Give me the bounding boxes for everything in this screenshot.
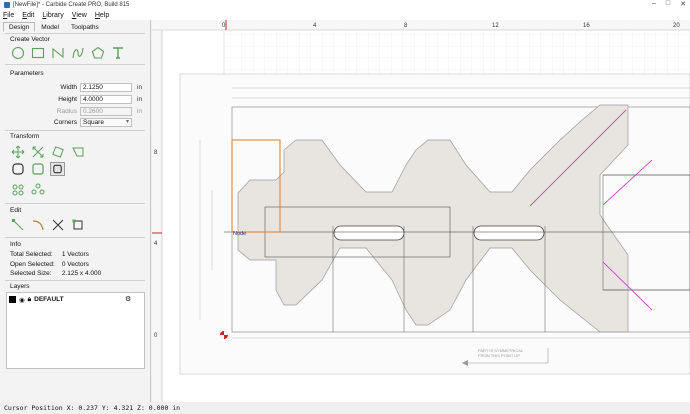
divider — [5, 64, 145, 65]
fillet-icon[interactable] — [30, 162, 45, 176]
mode-tabs: Design Model Toolpaths — [3, 22, 105, 32]
offset-icon[interactable] — [10, 162, 25, 176]
rotate-icon[interactable] — [50, 145, 65, 159]
slot-left — [333, 225, 405, 241]
circle-tool-icon[interactable] — [10, 46, 25, 60]
layer-name: DEFAULT — [34, 296, 64, 303]
divider — [5, 203, 145, 204]
lock-icon[interactable]: 🔒︎ — [28, 296, 31, 304]
radius-unit: in — [137, 107, 143, 115]
mirror-icon[interactable] — [70, 145, 85, 159]
tab-model[interactable]: Model — [35, 22, 65, 32]
ruler-tick-label: 16 — [583, 23, 590, 29]
menu-view[interactable]: View — [72, 12, 87, 19]
transform-title: Transform — [10, 133, 40, 140]
app-icon — [4, 2, 10, 8]
join-icon[interactable] — [70, 218, 85, 232]
open-selected-label: Open Selected: — [10, 261, 55, 268]
maximize-icon[interactable]: □ — [666, 0, 670, 8]
layers-title: Layers — [10, 283, 30, 290]
tab-design[interactable]: Design — [3, 22, 36, 32]
parameters-title: Parameters — [10, 70, 44, 77]
divider — [5, 130, 145, 131]
tab-toolpaths[interactable]: Toolpaths — [65, 22, 105, 32]
divider — [5, 237, 145, 238]
close-icon[interactable]: ✕ — [680, 0, 686, 8]
height-field[interactable]: 4.0000 — [80, 94, 132, 104]
width-label: Width — [60, 83, 77, 91]
ungroup-icon[interactable] — [30, 183, 45, 197]
design-canvas[interactable]: 0 4 8 12 16 20 8 4 0 Node PART IS SYMMET… — [152, 20, 690, 402]
status-bar: Cursor Position X: 0.237 Y: 4.321 Z: 0.0… — [0, 402, 690, 414]
ruler-tick-label: 20 — [673, 23, 680, 29]
create-vector-title: Create Vector — [10, 36, 50, 43]
menu-help[interactable]: Help — [95, 12, 109, 19]
cut-icon[interactable] — [50, 218, 65, 232]
trim-icon[interactable] — [30, 218, 45, 232]
edit-tools — [10, 218, 85, 232]
create-vector-tools — [10, 46, 125, 60]
selected-size-label: Selected Size: — [10, 270, 52, 277]
edit-title: Edit — [10, 207, 22, 214]
boolean-icon[interactable] — [50, 162, 65, 176]
width-unit: in — [137, 83, 143, 91]
cursor-position: Cursor Position X: 0.237 Y: 4.321 Z: 0.0… — [4, 404, 181, 412]
height-row: Height 4.0000 in — [0, 94, 150, 104]
corners-select[interactable]: Square — [80, 117, 132, 127]
node-label: Node — [233, 231, 246, 237]
layer-row[interactable]: ◉ 🔒︎ DEFAULT ⚙ — [9, 295, 142, 304]
divider — [5, 280, 145, 281]
height-unit: in — [137, 95, 143, 103]
corners-label: Corners — [53, 118, 77, 126]
move-icon[interactable] — [10, 145, 25, 159]
scale-icon[interactable] — [30, 145, 45, 159]
menu-library[interactable]: Library — [42, 12, 63, 19]
polyline-tool-icon[interactable] — [50, 46, 65, 60]
selected-size-value: 2.125 x 4.000 — [61, 270, 102, 277]
left-ruler — [152, 30, 162, 402]
info-total-selected: Total Selected: 1 Vectors — [10, 251, 89, 258]
layers-list: ◉ 🔒︎ DEFAULT ⚙ — [6, 292, 145, 369]
info-title: Info — [10, 241, 21, 248]
width-row: Width 2.1250 in — [0, 82, 150, 92]
info-selected-size: Selected Size: 2.125 x 4.000 — [10, 270, 101, 277]
node-edit-icon[interactable] — [10, 218, 25, 232]
width-field[interactable]: 2.1250 — [80, 82, 132, 92]
minimize-icon[interactable]: – — [652, 0, 656, 8]
transform-tools-row2 — [10, 162, 65, 176]
group-icon[interactable] — [10, 183, 25, 197]
slot-right — [473, 225, 545, 241]
text-tool-icon[interactable] — [110, 46, 125, 60]
radius-row: Radius 0.2600 in — [0, 106, 150, 116]
title-bar: [NewFile]* - Carbide Create PRO, Build 8… — [0, 0, 690, 10]
window-title: [NewFile]* - Carbide Create PRO, Build 8… — [13, 2, 130, 8]
rectangle-tool-icon[interactable] — [30, 46, 45, 60]
corners-row: Corners Square — [0, 117, 150, 127]
total-selected-value: 1 Vectors — [61, 251, 89, 258]
polygon-tool-icon[interactable] — [90, 46, 105, 60]
curve-tool-icon[interactable] — [70, 46, 85, 60]
ruler-tick-label: 12 — [492, 23, 499, 29]
canvas-drawing[interactable]: 0 4 8 12 16 20 8 4 0 Node PART IS SYMMET… — [152, 20, 690, 402]
gear-icon[interactable]: ⚙ — [125, 295, 131, 303]
menu-edit[interactable]: Edit — [22, 12, 34, 19]
drawing-note-line2: FROM THIS POINT UP — [478, 353, 520, 358]
divider — [5, 33, 145, 34]
transform-tools-row1 — [10, 145, 85, 159]
top-ruler — [152, 20, 690, 30]
height-label: Height — [58, 95, 77, 103]
radius-field: 0.2600 — [80, 106, 132, 116]
left-panel: Design Model Toolpaths Create Vector Par… — [0, 20, 151, 402]
layer-color-swatch[interactable] — [9, 296, 16, 303]
menu-bar: File Edit Library View Help — [0, 10, 690, 20]
window-controls: – □ ✕ — [652, 0, 686, 8]
info-open-selected: Open Selected: 0 Vectors — [10, 261, 89, 268]
transform-tools-row3 — [10, 183, 45, 197]
eye-icon[interactable]: ◉ — [19, 296, 25, 304]
open-selected-value: 0 Vectors — [61, 261, 89, 268]
menu-file[interactable]: File — [3, 12, 14, 19]
total-selected-label: Total Selected: — [10, 251, 53, 258]
radius-label: Radius — [56, 107, 77, 115]
